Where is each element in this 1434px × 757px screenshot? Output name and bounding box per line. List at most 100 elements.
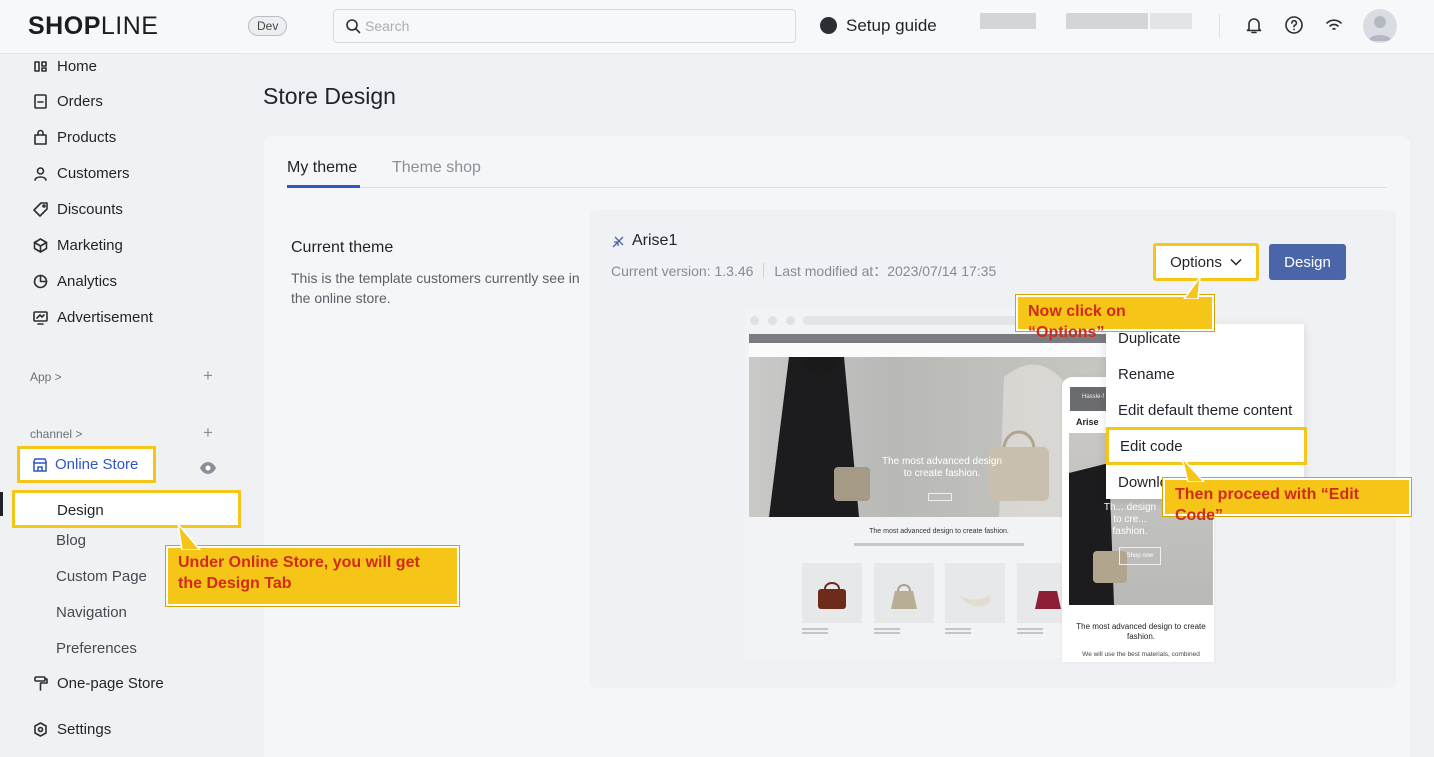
help-icon[interactable] xyxy=(1283,14,1305,36)
sidebar-item-settings[interactable]: Settings xyxy=(32,718,111,740)
design-button[interactable]: Design xyxy=(1269,244,1346,280)
home-icon xyxy=(34,60,47,72)
sidebar-item-label: Marketing xyxy=(57,236,123,254)
tab-theme-shop[interactable]: Theme shop xyxy=(392,159,481,177)
mobile-heading: The most advanced design to create fashi… xyxy=(1076,622,1206,641)
bell-icon[interactable] xyxy=(1243,14,1265,36)
sidebar-item-orders[interactable]: Orders xyxy=(32,90,103,112)
sidebar-item-analytics[interactable]: Analytics xyxy=(32,270,117,292)
preview-product xyxy=(1017,563,1062,623)
search-placeholder: Search xyxy=(365,18,410,34)
theme-modified: Last modified at：2023/07/14 17:35 xyxy=(774,263,997,279)
preview-nav xyxy=(749,343,1106,357)
menu-item-download[interactable]: Downlo xyxy=(1118,474,1168,491)
menu-item-rename[interactable]: Rename xyxy=(1118,366,1175,383)
sidebar-item-label: Online Store xyxy=(55,456,139,473)
sidebar-item-label: Analytics xyxy=(57,272,118,290)
advertisement-icon xyxy=(33,310,48,325)
callout-pointer xyxy=(1183,277,1201,299)
theme-icon xyxy=(612,236,624,247)
theme-name: Arise1 xyxy=(611,232,677,250)
preview-product-label xyxy=(1017,628,1047,636)
products-icon xyxy=(34,129,47,145)
store-icon xyxy=(32,457,48,472)
sidebar-subitem-custom-page[interactable]: Custom Page xyxy=(56,568,147,585)
channel-section-heading[interactable]: channel > xyxy=(30,427,82,441)
settings-icon xyxy=(34,721,47,737)
divider xyxy=(763,263,765,278)
sidebar-item-one-page-store[interactable]: One-page Store xyxy=(32,672,164,694)
redacted-store-name xyxy=(980,13,1036,29)
env-badge: Dev xyxy=(248,16,288,36)
tab-my-theme[interactable]: My theme xyxy=(287,159,357,177)
sidebar-subitem-blog[interactable]: Blog xyxy=(56,532,86,549)
sidebar-item-products[interactable]: Products xyxy=(32,126,116,148)
callout-design-tab: Under Online Store, you will get the Des… xyxy=(166,546,459,606)
shopline-logo[interactable]: SHOPLINE xyxy=(28,12,158,41)
options-button[interactable]: Options xyxy=(1153,243,1259,281)
preview-product-label xyxy=(802,628,832,636)
menu-item-duplicate[interactable]: Duplicate xyxy=(1118,330,1181,347)
active-tab-indicator xyxy=(287,185,360,188)
mobile-hero-text: Th... design to cre... fashion. xyxy=(1103,502,1157,537)
sidebar-subitem-preferences[interactable]: Preferences xyxy=(56,640,137,657)
sidebar-item-home[interactable]: Home xyxy=(32,55,97,77)
sidebar-subitem-design[interactable]: Design xyxy=(12,490,241,528)
top-bar: SHOPLINE Dev Search Setup guide xyxy=(0,0,1434,54)
divider xyxy=(1219,14,1220,38)
theme-version: Current version: 1.3.46 xyxy=(611,263,754,279)
mobile-shop-button: Shop now xyxy=(1119,547,1161,565)
sidebar-item-label: Discounts xyxy=(57,200,123,218)
add-channel-icon[interactable]: + xyxy=(203,423,213,443)
preview-hero-text: The most advanced design to create fashi… xyxy=(881,456,1003,479)
sidebar-item-discounts[interactable]: Discounts xyxy=(32,198,123,220)
menu-item-edit-default-content[interactable]: Edit default theme content xyxy=(1118,402,1292,419)
callout-options: Now click on “Options” xyxy=(1016,295,1214,341)
search-icon xyxy=(346,19,361,34)
wifi-icon xyxy=(1326,19,1342,30)
sidebar-subitem-navigation[interactable]: Navigation xyxy=(56,604,127,621)
menu-item-edit-code[interactable]: Edit code xyxy=(1106,427,1307,465)
theme-name-label: Arise1 xyxy=(632,232,678,249)
current-theme-description: This is the template customers currently… xyxy=(291,270,580,306)
current-theme-title: Current theme xyxy=(291,239,394,256)
sidebar-item-label: One-page Store xyxy=(57,674,164,692)
callout-pointer xyxy=(1181,458,1206,482)
sidebar-item-marketing[interactable]: Marketing xyxy=(32,234,123,256)
mobile-announcement-bar: Hassle-f xyxy=(1070,387,1110,411)
sidebar-item-customers[interactable]: Customers xyxy=(32,162,130,184)
paint-roller-icon xyxy=(34,675,48,691)
search-input[interactable]: Search xyxy=(333,9,796,43)
mobile-text: We will use the best materials, combined xyxy=(1082,651,1200,658)
callout-edit-code: Then proceed with “Edit Code” xyxy=(1163,478,1411,524)
callout-pointer xyxy=(177,524,201,550)
add-app-icon[interactable]: + xyxy=(203,366,213,386)
options-label: Options xyxy=(1170,253,1222,271)
redacted-store-name xyxy=(1150,13,1192,29)
analytics-icon xyxy=(33,274,48,288)
orders-icon xyxy=(34,93,47,109)
sidebar-item-label: Customers xyxy=(57,164,130,182)
sidebar-item-advertisement[interactable]: Advertisement xyxy=(32,306,153,328)
setup-guide-icon xyxy=(820,17,837,34)
preview-product-label xyxy=(945,628,975,636)
setup-guide-link[interactable]: Setup guide xyxy=(846,16,937,36)
theme-meta: Current version: 1.3.46 Last modified at：… xyxy=(611,261,996,281)
tabs-divider xyxy=(287,187,1387,188)
preview-product xyxy=(945,563,1005,623)
mobile-brand: Arise xyxy=(1076,417,1099,427)
customers-icon xyxy=(34,166,47,181)
chevron-down-icon xyxy=(1230,258,1242,266)
avatar[interactable] xyxy=(1363,9,1397,43)
marketing-icon xyxy=(33,237,48,253)
eye-icon[interactable] xyxy=(199,459,217,477)
sidebar-item-label: Products xyxy=(57,128,117,146)
preview-product xyxy=(874,563,934,623)
sidebar-item-label: Orders xyxy=(57,92,103,110)
sidebar-item-label: Advertisement xyxy=(57,308,153,326)
sidebar-item-online-store[interactable]: Online Store xyxy=(17,446,156,483)
preview-product xyxy=(802,563,862,623)
redacted-store-name xyxy=(1066,13,1148,29)
active-indicator xyxy=(0,492,3,516)
app-section-heading[interactable]: App > xyxy=(30,370,62,384)
